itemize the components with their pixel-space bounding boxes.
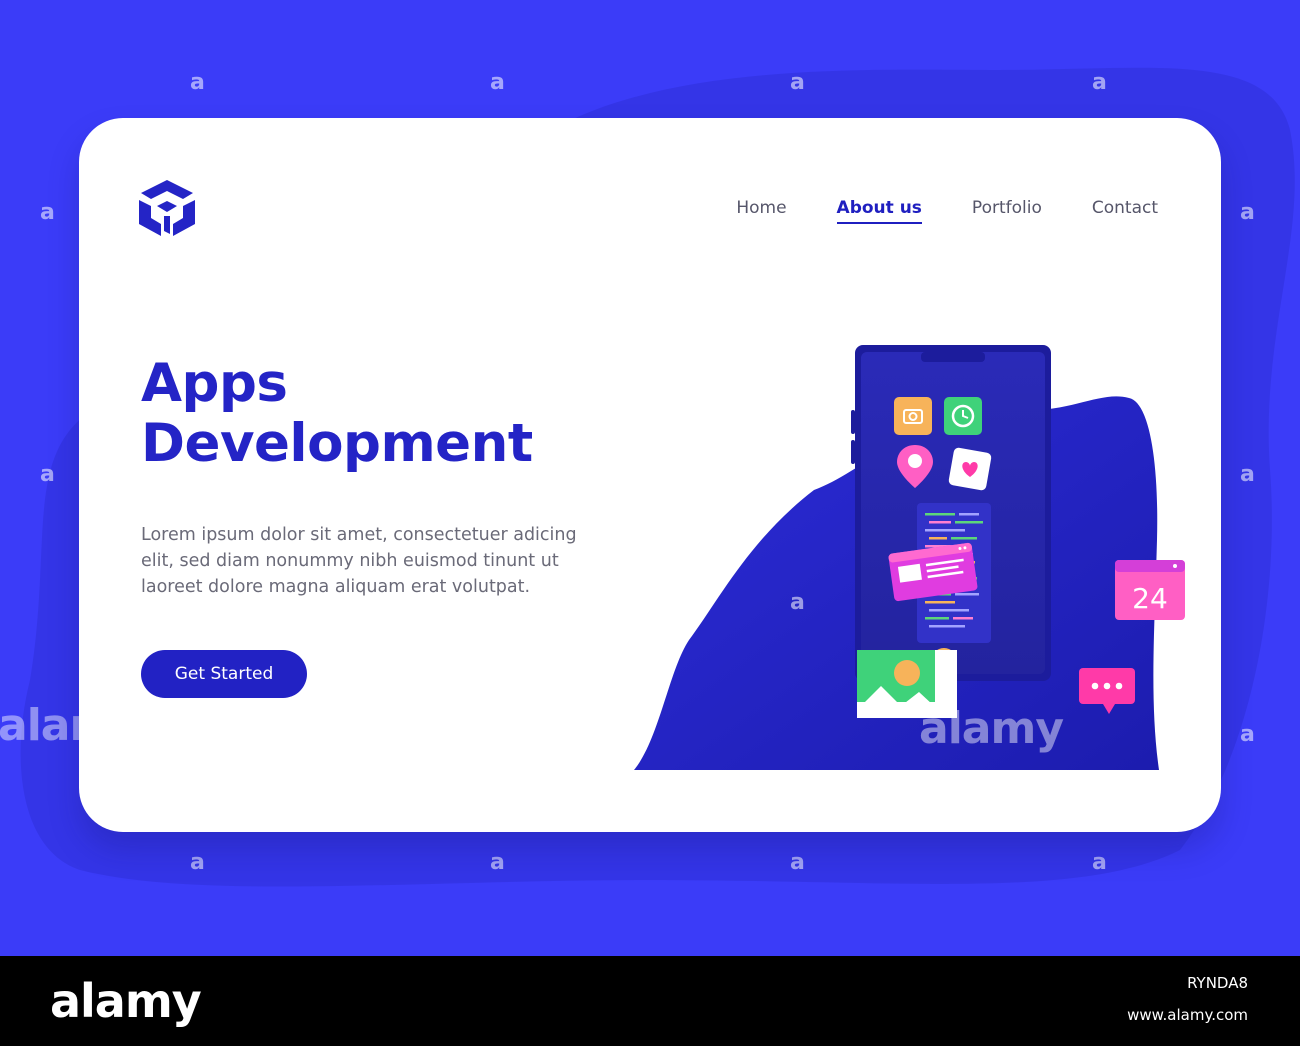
footer-image-id: RYNDA8 [1187, 974, 1248, 992]
get-started-button[interactable]: Get Started [141, 650, 307, 698]
app-development-illustration: 24 [634, 345, 1185, 770]
watermark-glyph: a [490, 850, 505, 875]
phone-notch [921, 352, 985, 362]
landing-card: Home About us Portfolio Contact Apps Dev… [79, 118, 1221, 832]
watermark-glyph: a [190, 850, 205, 875]
nav-about-us[interactable]: About us [836, 198, 922, 224]
watermark-glyph: a [1240, 462, 1255, 487]
nav-home[interactable]: Home [736, 198, 786, 224]
main-nav: Home About us Portfolio Contact [736, 198, 1158, 224]
cube-logo-icon[interactable] [137, 178, 197, 238]
calendar-icon: 24 [1115, 560, 1185, 620]
watermark-word: alamy [919, 703, 1064, 754]
nav-portfolio[interactable]: Portfolio [972, 198, 1042, 224]
nav-contact[interactable]: Contact [1092, 198, 1158, 224]
hero-title: Apps Development [141, 354, 533, 474]
footer-logo: alamy [50, 974, 202, 1028]
hero-title-line-1: Apps [141, 353, 288, 414]
watermark-glyph: a [40, 200, 55, 225]
camera-icon [894, 397, 932, 435]
watermark-glyph: a [1240, 722, 1255, 747]
calendar-number: 24 [1132, 582, 1168, 615]
watermark-glyph: a [190, 70, 205, 95]
watermark-glyph: a [490, 70, 505, 95]
watermark-glyph: a [790, 590, 805, 615]
watermark-glyph: a [1240, 200, 1255, 225]
watermark-glyph: a [1092, 70, 1107, 95]
watermark-glyph: a [790, 850, 805, 875]
footer-bar: alamy RYNDA8 www.alamy.com [0, 956, 1300, 1046]
hero-description: Lorem ipsum dolor sit amet, consectetuer… [141, 525, 577, 597]
hero-title-line-2: Development [141, 413, 533, 474]
clock-icon [944, 397, 982, 435]
watermark-glyph: a [1092, 850, 1107, 875]
watermark-glyph: a [790, 70, 805, 95]
watermark-glyph: a [40, 462, 55, 487]
heart-icon [948, 447, 992, 491]
footer-url: www.alamy.com [1127, 1006, 1248, 1024]
